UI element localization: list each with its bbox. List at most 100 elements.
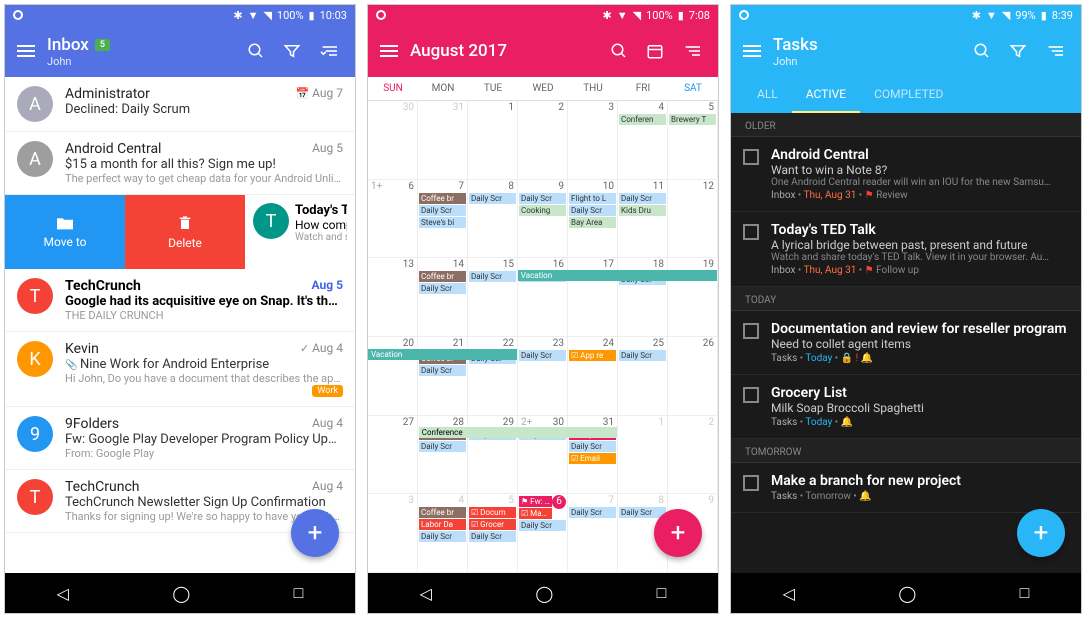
- day-cell[interactable]: 26: [668, 337, 718, 415]
- day-cell[interactable]: 13: [368, 258, 418, 336]
- checkbox[interactable]: [743, 475, 759, 491]
- event[interactable]: Daily Scr: [569, 507, 616, 518]
- mail-item[interactable]: A Administrator📅 Aug 7 Declined: Daily S…: [5, 77, 355, 132]
- back-button[interactable]: ◁: [57, 584, 69, 603]
- day-cell[interactable]: 1: [618, 416, 668, 494]
- task-item[interactable]: Today's TED Talk A lyrical bridge betwee…: [731, 212, 1081, 287]
- tab-completed[interactable]: COMPLETED: [860, 77, 957, 113]
- day-cell[interactable]: 6⚑ Fw: Go☑ Make aDaily Scr: [518, 494, 568, 572]
- mail-item[interactable]: A Android CentralAug 5 $15 a month for a…: [5, 132, 355, 195]
- home-button[interactable]: ◯: [535, 584, 553, 603]
- event[interactable]: Daily Scr: [569, 205, 616, 216]
- back-button[interactable]: ◁: [420, 584, 432, 603]
- view-button[interactable]: [682, 43, 706, 59]
- event[interactable]: Brewery T: [669, 114, 716, 125]
- sort-button[interactable]: [319, 43, 343, 59]
- menu-button[interactable]: [380, 45, 398, 57]
- event[interactable]: Coffee br: [419, 507, 466, 518]
- event[interactable]: Cooking: [519, 205, 566, 216]
- checkbox[interactable]: [743, 387, 759, 403]
- event[interactable]: Daily Scr: [519, 520, 566, 531]
- checkbox[interactable]: [743, 149, 759, 165]
- mail-item[interactable]: K Kevin✓ Aug 4 📎 Nine Work for Android E…: [5, 332, 355, 407]
- event[interactable]: ☑ App re: [569, 350, 616, 361]
- day-cell[interactable]: 11Daily ScrKids Dru: [618, 180, 668, 258]
- search-button[interactable]: [973, 42, 997, 60]
- search-button[interactable]: [247, 42, 271, 60]
- event[interactable]: Coffee br: [419, 193, 466, 204]
- calendar-grid[interactable]: 30311234Conferen5Brewery T1+67Coffee brD…: [368, 101, 718, 573]
- day-cell[interactable]: 8Daily Scr: [468, 180, 518, 258]
- event[interactable]: Daily Scr: [469, 531, 516, 542]
- event[interactable]: Daily Scr: [469, 193, 516, 204]
- day-cell[interactable]: 25Daily Scr: [618, 337, 668, 415]
- event[interactable]: ☑ Docum: [469, 507, 516, 518]
- event[interactable]: Daily Scr: [469, 271, 516, 282]
- day-cell[interactable]: 5Brewery T: [668, 101, 718, 179]
- recents-button[interactable]: □: [657, 583, 667, 603]
- event[interactable]: Bay Area: [569, 217, 616, 228]
- delete-button[interactable]: Delete: [125, 195, 245, 269]
- event[interactable]: ☑ Grocer: [469, 519, 516, 530]
- event[interactable]: Daily Scr: [419, 531, 466, 542]
- event[interactable]: ☑ Make a: [519, 508, 552, 519]
- swiped-item[interactable]: TToday's THow compWatch and s: [245, 195, 355, 269]
- home-button[interactable]: ◯: [172, 584, 190, 603]
- menu-button[interactable]: [743, 45, 761, 57]
- event[interactable]: Conferen: [619, 114, 666, 125]
- task-item[interactable]: Android Central Want to win a Note 8? On…: [731, 137, 1081, 212]
- tab-active[interactable]: ACTIVE: [792, 77, 860, 113]
- day-cell[interactable]: 3: [368, 494, 418, 572]
- day-cell[interactable]: 27: [368, 416, 418, 494]
- menu-button[interactable]: [17, 45, 35, 57]
- day-cell[interactable]: 7Coffee brDaily ScrSteve's bi: [418, 180, 468, 258]
- mail-item[interactable]: 9 9FoldersAug 4 Fw: Google Play Develope…: [5, 407, 355, 470]
- filter-button[interactable]: [283, 42, 307, 60]
- event[interactable]: Daily Scr: [569, 441, 616, 452]
- mail-item[interactable]: T TechCrunchAug 5 Google had its acquisi…: [5, 269, 355, 332]
- event[interactable]: ⚑ Fw: Go: [519, 496, 552, 507]
- day-cell[interactable]: 10Flight to LDaily ScrBay Area: [568, 180, 618, 258]
- day-cell[interactable]: 2: [668, 416, 718, 494]
- today-button[interactable]: [646, 42, 670, 60]
- add-task-fab[interactable]: +: [1017, 509, 1065, 557]
- checkbox[interactable]: [743, 323, 759, 339]
- back-button[interactable]: ◁: [783, 584, 795, 603]
- day-cell[interactable]: 9Daily ScrCooking: [518, 180, 568, 258]
- day-cell[interactable]: 15Daily Scr: [468, 258, 518, 336]
- move-to-button[interactable]: Move to: [5, 195, 125, 269]
- multi-day-event[interactable]: Conference: [419, 427, 617, 438]
- search-button[interactable]: [610, 42, 634, 60]
- add-event-fab[interactable]: +: [654, 509, 702, 557]
- day-cell[interactable]: 4Conferen: [618, 101, 668, 179]
- event[interactable]: Coffee br: [419, 271, 466, 282]
- day-cell[interactable]: 3: [568, 101, 618, 179]
- event[interactable]: Daily Scr: [419, 365, 466, 376]
- event[interactable]: Daily Scr: [619, 350, 666, 361]
- day-cell[interactable]: 23Daily Scr: [518, 337, 568, 415]
- recents-button[interactable]: □: [294, 583, 304, 603]
- sort-button[interactable]: [1045, 43, 1069, 59]
- event[interactable]: ☑ Email: [569, 453, 616, 464]
- task-item[interactable]: Grocery List Milk Soap Broccoli Spaghett…: [731, 375, 1081, 439]
- recents-button[interactable]: □: [1020, 583, 1030, 603]
- event[interactable]: Daily Scr: [619, 193, 666, 204]
- event[interactable]: Daily Scr: [419, 441, 466, 452]
- home-button[interactable]: ◯: [898, 584, 916, 603]
- event[interactable]: Daily Scr: [519, 193, 566, 204]
- day-cell[interactable]: 24☑ App re: [568, 337, 618, 415]
- event[interactable]: Labor Da: [419, 519, 466, 530]
- day-cell[interactable]: 31: [418, 101, 468, 179]
- tab-all[interactable]: ALL: [743, 77, 792, 113]
- day-cell[interactable]: 7Daily Scr: [568, 494, 618, 572]
- event[interactable]: Daily Scr: [419, 283, 466, 294]
- day-cell[interactable]: 12: [668, 180, 718, 258]
- day-cell[interactable]: 4Coffee brLabor DaDaily Scr: [418, 494, 468, 572]
- day-cell[interactable]: 5☑ Docum☑ GrocerDaily Scr: [468, 494, 518, 572]
- checkbox[interactable]: [743, 224, 759, 240]
- event[interactable]: Flight to L: [569, 193, 616, 204]
- day-cell[interactable]: 1+6: [368, 180, 418, 258]
- event[interactable]: Steve's bi: [419, 217, 466, 228]
- task-item[interactable]: Documentation and review for reseller pr…: [731, 311, 1081, 375]
- event[interactable]: Daily Scr: [419, 205, 466, 216]
